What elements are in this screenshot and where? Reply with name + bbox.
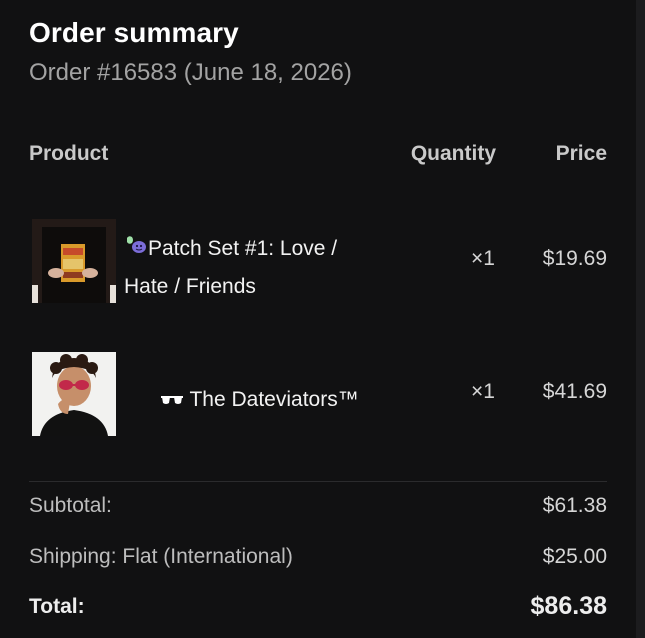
patch-icon [124, 231, 148, 268]
total-label: Total: [29, 595, 85, 618]
product-image-dateviators[interactable] [32, 352, 116, 436]
sunglasses-icon [160, 382, 184, 419]
right-edge-strip [636, 0, 645, 638]
summary-divider [29, 481, 607, 482]
order-number: Order #16583 (June 18, 2026) [29, 59, 352, 86]
price-value: $41.69 [542, 380, 607, 403]
column-header-price: Price [555, 142, 607, 165]
shipping-label: Shipping: Flat (International) [29, 545, 293, 568]
page-title: Order summary [29, 17, 239, 48]
shipping-value: $25.00 [542, 545, 607, 568]
product-image-patch-set[interactable] [32, 219, 116, 303]
product-name-dateviators[interactable]: The Dateviators™ [160, 381, 359, 419]
product-name-label: The Dateviators™ [189, 388, 359, 411]
product-name-label: Patch Set #1: Love / Hate / Friends [124, 237, 338, 298]
total-value: $86.38 [530, 592, 607, 620]
column-header-quantity: Quantity [410, 142, 496, 165]
product-name-patch-set[interactable]: Patch Set #1: Love / Hate / Friends [124, 230, 384, 305]
column-header-product: Product [29, 142, 109, 165]
quantity-value: ×1 [471, 247, 495, 270]
quantity-value: ×1 [471, 380, 495, 403]
subtotal-label: Subtotal: [29, 494, 112, 517]
price-value: $19.69 [542, 247, 607, 270]
subtotal-value: $61.38 [542, 494, 607, 517]
